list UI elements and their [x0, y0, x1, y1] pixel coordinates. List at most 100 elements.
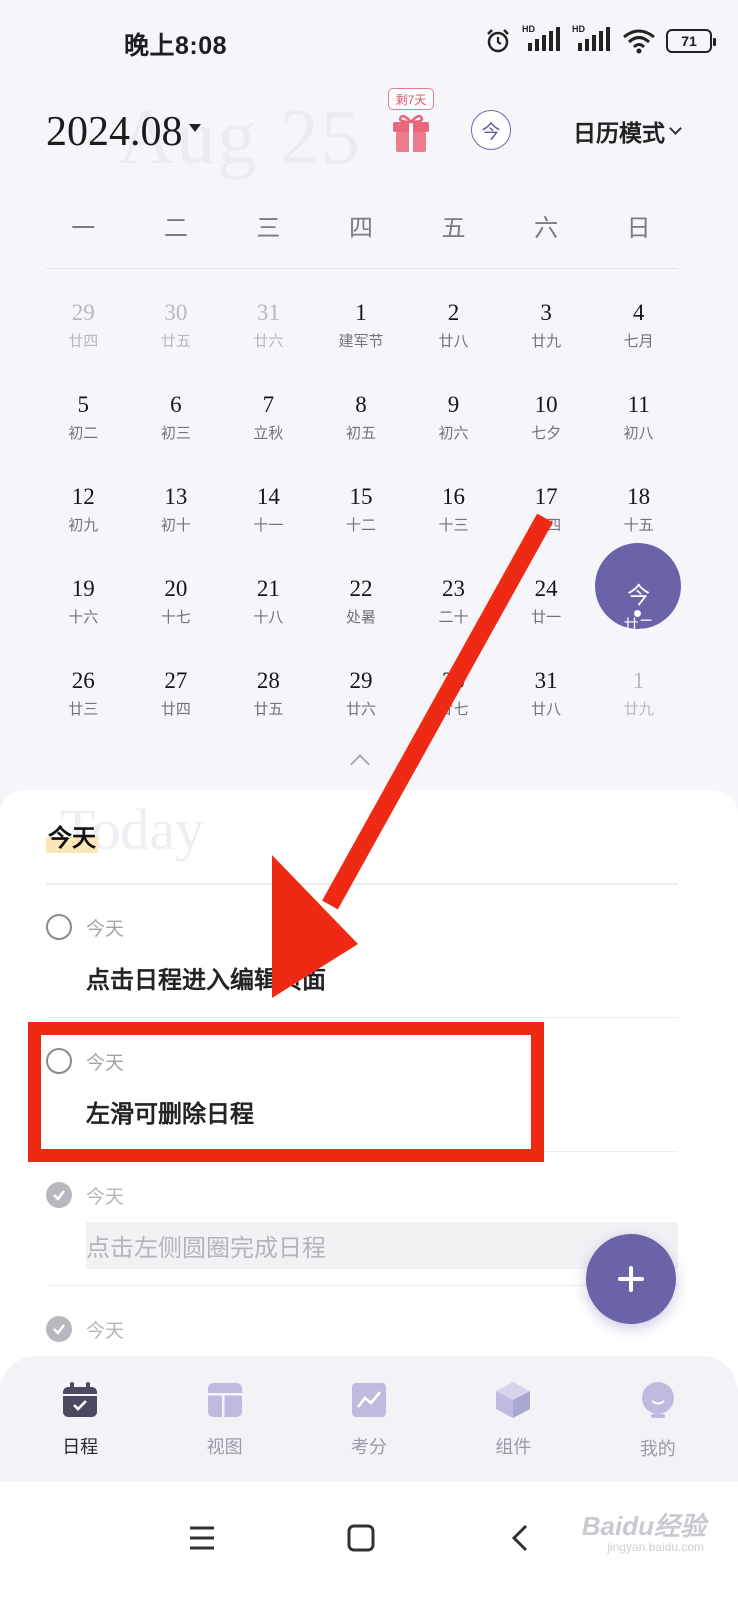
calendar-day[interactable]: 4 七月: [592, 298, 685, 390]
calendar-week: 12 初九 13 初十 14 十一 15 十二 16 十三 17 十四 18 十五: [37, 482, 685, 574]
calendar-day[interactable]: 21 十八: [222, 574, 315, 666]
calendar-week: 5 初二 6 初三 7 立秋 8 初五 9 初六 10 七夕 11 初八: [37, 390, 685, 482]
calendar-day[interactable]: 28 廿五: [222, 666, 315, 758]
weekday-header: 一二三四五六日: [37, 208, 685, 248]
chevron-down-icon: [669, 122, 682, 135]
calendar-day[interactable]: 19 十六: [37, 574, 130, 666]
calendar-day[interactable]: 26 廿三: [37, 666, 130, 758]
calendar-day[interactable]: 23 二十: [407, 574, 500, 666]
calendar-day[interactable]: 20 十七: [130, 574, 223, 666]
tab-view[interactable]: 视图: [175, 1380, 275, 1482]
day-number: 3: [540, 300, 552, 325]
add-task-button[interactable]: [586, 1234, 676, 1324]
home-button[interactable]: [337, 1518, 385, 1558]
lunar-label: 初十: [160, 518, 191, 534]
tab-label: 我的: [639, 1439, 676, 1459]
calendar-week: 29 廿四 30 廿五 31 廿六 1 建军节 2 廿八 3 廿九 4 七月: [37, 298, 685, 390]
today-button[interactable]: 今: [471, 110, 511, 150]
calendar-day[interactable]: 29 廿四: [37, 298, 130, 390]
lunar-label: 十二: [345, 518, 376, 534]
checked-circle-icon[interactable]: [46, 1182, 72, 1208]
calendar-day[interactable]: 1 廿九: [592, 666, 685, 758]
calendar-day[interactable]: 13 初十: [130, 482, 223, 574]
task-date: 今天: [86, 919, 125, 940]
calendar-day[interactable]: 31 廿八: [500, 666, 593, 758]
lunar-label: 七月: [623, 334, 654, 350]
calendar-day[interactable]: 17 十四: [500, 482, 593, 574]
lunar-label: 十三: [438, 518, 469, 534]
task-title: 点击日程进入编辑页面: [86, 967, 326, 994]
calendar-day[interactable]: 11 初八: [592, 390, 685, 482]
lunar-label: 十四: [531, 518, 562, 534]
calendar-day[interactable]: 14 十一: [222, 482, 315, 574]
calendar-day[interactable]: 5 初二: [37, 390, 130, 482]
calendar-day[interactable]: 16 十三: [407, 482, 500, 574]
calendar-day[interactable]: 15 十二: [315, 482, 408, 574]
month-selector[interactable]: 2024.08: [46, 108, 201, 156]
lunar-label: 十一: [253, 518, 284, 534]
day-number: 11: [627, 392, 650, 417]
weekday-label: 一: [71, 216, 96, 242]
tab-avatar[interactable]: 我的: [608, 1380, 708, 1482]
day-number: 31: [256, 300, 280, 325]
calendar-day[interactable]: 30 廿七: [407, 666, 500, 758]
day-number: 24: [534, 576, 558, 601]
calendar-day[interactable]: 27 廿四: [130, 666, 223, 758]
task-item[interactable]: 今天点击日程进入编辑页面: [46, 884, 678, 1018]
calendar-day[interactable]: 3 廿九: [500, 298, 593, 390]
tab-cube[interactable]: 组件: [463, 1380, 563, 1482]
day-number: 20: [164, 576, 188, 601]
task-item[interactable]: 今天 点击左侧圆圈完成日程: [46, 1152, 678, 1286]
lunar-label: 十六: [68, 610, 99, 626]
day-number: 4: [632, 300, 645, 325]
lunar-label: 初六: [438, 426, 469, 442]
back-button[interactable]: [496, 1518, 544, 1558]
lunar-label: 十八: [253, 610, 284, 626]
gift-button[interactable]: 剩7天: [388, 88, 434, 156]
weekday-label: 日: [626, 216, 651, 242]
calendar-day[interactable]: 29 廿六: [315, 666, 408, 758]
checkmark-icon: [53, 1190, 65, 1201]
menu-button[interactable]: [178, 1518, 226, 1558]
calendar-day[interactable]: 24 廿一: [500, 574, 593, 666]
status-icons: HD HD 71: [484, 24, 716, 56]
calendar-day[interactable]: 10 七夕: [500, 390, 593, 482]
calendar-day[interactable]: 22 处暑: [315, 574, 408, 666]
lunar-label: 廿五: [253, 702, 284, 718]
day-number: 7: [262, 392, 275, 417]
calendar-day[interactable]: 8 初五: [315, 390, 408, 482]
battery-icon: 71: [666, 29, 716, 53]
back-icon: [511, 1524, 528, 1552]
day-number: 28: [256, 668, 280, 693]
calendar-day[interactable]: 1 建军节: [315, 298, 408, 390]
menu-icon: [190, 1526, 214, 1550]
lunar-label: 廿九: [623, 702, 654, 718]
tab-calendar[interactable]: 日程: [30, 1380, 130, 1482]
caret-down-icon: [188, 124, 201, 132]
day-number: 今: [627, 583, 651, 608]
lunar-label: 立秋: [253, 426, 284, 442]
calendar-day[interactable]: 7 立秋: [222, 390, 315, 482]
check-circle[interactable]: [46, 914, 72, 940]
tab-bar: 日程 视图 考分 组件 我的: [0, 1356, 738, 1482]
calendar-day[interactable]: 6 初三: [130, 390, 223, 482]
lunar-label: 廿七: [438, 702, 469, 718]
day-number: 26: [71, 668, 95, 693]
task-date: 今天: [86, 1187, 125, 1208]
day-number: 30: [442, 668, 466, 693]
calendar-day[interactable]: 2 廿八: [407, 298, 500, 390]
calendar-day[interactable]: 30 廿五: [130, 298, 223, 390]
day-number: 12: [71, 484, 95, 509]
checked-circle-icon[interactable]: [46, 1316, 72, 1342]
lunar-label: 廿一: [531, 610, 562, 626]
day-number: 29: [71, 300, 95, 325]
day-number: 14: [256, 484, 280, 509]
calendar-day[interactable]: 9 初六: [407, 390, 500, 482]
calendar-day-today[interactable]: 今廿二: [592, 543, 685, 666]
calendar-day[interactable]: 31 廿六: [222, 298, 315, 390]
tab-chart[interactable]: 考分: [319, 1380, 419, 1482]
calendar-day[interactable]: 12 初九: [37, 482, 130, 574]
signal-icon-1: HD: [522, 24, 562, 55]
cube-icon: [493, 1380, 533, 1425]
mode-selector[interactable]: 日历模式: [573, 114, 682, 148]
